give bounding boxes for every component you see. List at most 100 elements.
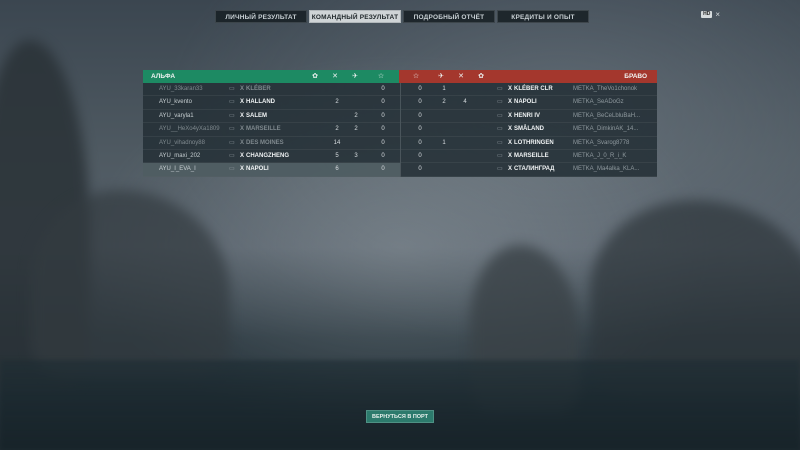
wreath-icon: ✿ — [478, 73, 484, 80]
ship-tier: X — [508, 112, 513, 119]
ship-class-icon: ▭ — [497, 126, 503, 133]
team-header: АЛЬФА ✿ ✕ ✈ ☆ ☆ ✈ ✕ ✿ БРАВО — [143, 70, 657, 83]
ship-class-icon: ▭ — [497, 139, 503, 146]
player-name: METKA_Ma4alka_KLA... — [573, 166, 640, 173]
crossed-swords-icon: ✕ — [458, 73, 464, 80]
wreath-icon: ✿ — [312, 73, 318, 80]
ship-name: СТАЛИНГРАД — [514, 166, 555, 173]
ship-tier: X — [240, 86, 245, 92]
stat-damage: 4 — [463, 99, 467, 106]
player-row[interactable]: AYU_I_EVA_I ▭ X NAPOLI 6 0 — [143, 163, 400, 177]
player-row[interactable]: 0 1 ▭ X KLÉBER CLR METKA_TheVo1chonok — [401, 83, 657, 97]
result-tabs: ЛИЧНЫЙ РЕЗУЛЬТАТ КОМАНДНЫЙ РЕЗУЛЬТАТ ПОД… — [215, 10, 589, 23]
player-row[interactable]: 0 ▭ X HENRI IV METKA_BeCeLbluBaH... — [401, 110, 657, 124]
player-name: METKA_Svarog8778 — [573, 139, 630, 146]
stat-kills: 2 — [354, 126, 358, 133]
player-row[interactable]: AYU_33karan33 ▭ X KLÉBER 0 — [143, 83, 400, 97]
background-rock — [30, 190, 230, 380]
team-scoreboard: АЛЬФА ✿ ✕ ✈ ☆ ☆ ✈ ✕ ✿ БРАВО AYU_33karan3… — [143, 70, 657, 177]
ship-tier: X — [240, 166, 245, 173]
stat-damage: 2 — [335, 126, 339, 133]
ship-tier: X — [240, 126, 245, 133]
ship-class-icon: ▭ — [229, 126, 235, 133]
stat-score: 0 — [418, 86, 422, 92]
tab-personal-result[interactable]: ЛИЧНЫЙ РЕЗУЛЬТАТ — [215, 10, 307, 23]
ship-name: NAPOLI — [246, 166, 269, 173]
player-name: AYU_33karan33 — [159, 86, 203, 92]
player-row[interactable]: 0 ▭ X SMÅLAND METKA_DimkinAK_14... — [401, 123, 657, 137]
player-row[interactable]: 0 ▭ X СТАЛИНГРАД METKA_Ma4alka_KLA... — [401, 163, 657, 177]
player-row[interactable]: AYU__HeXo4yXa1809 ▭ X MARSEILLE 2 2 0 — [143, 123, 400, 137]
stat-kills: 1 — [442, 139, 446, 146]
stat-kills: 1 — [442, 86, 446, 92]
player-row[interactable]: AYU_varyla1 ▭ X SALEM 2 0 — [143, 110, 400, 124]
stat-score: 0 — [381, 126, 385, 133]
hd-toggle-icon[interactable]: HD — [701, 11, 713, 18]
ship-class-icon: ▭ — [497, 112, 503, 119]
team-bravo-list: 0 1 ▭ X KLÉBER CLR METKA_TheVo1chonok 0 2 4 ▭ X NAP… — [400, 83, 657, 177]
tab-detailed-report[interactable]: ПОДРОБНЫЙ ОТЧЁТ — [403, 10, 495, 23]
scoreboard-rows: AYU_33karan33 ▭ X KLÉBER 0 AYU_kvento ▭ X HALLAN… — [143, 83, 657, 177]
ship-name: MARSEILLE — [246, 126, 281, 133]
return-to-port-button[interactable]: ВЕРНУТЬСЯ В ПОРТ — [366, 410, 434, 423]
ship-tier: X — [508, 139, 513, 146]
player-name: AYU_vihadnoy88 — [159, 139, 205, 146]
player-row[interactable]: AYU_maxi_202 ▭ X CHANGZHENG 5 3 0 — [143, 150, 400, 164]
star-icon: ☆ — [377, 73, 385, 80]
ship-class-icon: ▭ — [229, 112, 235, 119]
tab-credits-xp[interactable]: КРЕДИТЫ И ОПЫТ — [497, 10, 589, 23]
tab-team-result[interactable]: КОМАНДНЫЙ РЕЗУЛЬТАТ — [309, 10, 401, 23]
player-row[interactable]: AYU_vihadnoy88 ▭ X DES MOINES 14 0 — [143, 137, 400, 150]
player-row[interactable]: 0 2 4 ▭ X NAPOLI METKA_SeADoGz — [401, 96, 657, 110]
ship-tier: X — [508, 166, 513, 173]
stat-damage: 6 — [335, 166, 339, 173]
player-name: METKA_DimkinAK_14... — [573, 126, 639, 133]
ship-tier: X — [508, 99, 513, 106]
stat-kills: 2 — [354, 112, 358, 119]
ship-class-icon: ▭ — [497, 86, 503, 92]
star-icon: ☆ — [412, 73, 420, 80]
player-name: AYU__HeXo4yXa1809 — [159, 126, 220, 133]
ship-name: LOTHRINGEN — [514, 139, 554, 146]
player-name: METKA_SeADoGz — [573, 99, 624, 106]
stat-score: 0 — [418, 99, 422, 106]
team-alpha-header: АЛЬФА ✿ ✕ ✈ ☆ — [143, 70, 399, 83]
ship-tier: X — [240, 139, 245, 146]
ship-name: CHANGZHENG — [246, 152, 289, 159]
player-row[interactable]: 0 1 ▭ X LOTHRINGEN METKA_Svarog8778 — [401, 137, 657, 150]
player-name: METKA_BeCeLbluBaH... — [573, 112, 641, 119]
background-sea — [0, 360, 800, 450]
stat-damage: 5 — [335, 152, 339, 159]
player-name: AYU_maxi_202 — [159, 152, 201, 159]
stat-score: 0 — [418, 166, 422, 173]
stat-score: 0 — [381, 112, 385, 119]
ship-name: SALEM — [246, 112, 267, 119]
ship-name: SMÅLAND — [514, 126, 544, 133]
close-icon[interactable]: × — [715, 11, 720, 19]
player-name: METKA_TheVo1chonok — [573, 86, 638, 92]
stat-damage: 14 — [333, 139, 341, 146]
ship-class-icon: ▭ — [497, 99, 503, 106]
plane-icon: ✈ — [352, 73, 358, 80]
ship-tier: X — [240, 99, 245, 106]
team-alpha-list: AYU_33karan33 ▭ X KLÉBER 0 AYU_kvento ▭ X HALLAN… — [143, 83, 400, 177]
stat-score: 0 — [418, 139, 422, 146]
stat-kills: 3 — [354, 152, 358, 159]
player-row[interactable]: AYU_kvento ▭ X HALLAND 2 0 — [143, 96, 400, 110]
ship-tier: X — [508, 86, 513, 92]
ship-class-icon: ▭ — [497, 152, 503, 159]
player-row[interactable]: 0 ▭ X MARSEILLE METKA_J_0_R_i_K — [401, 150, 657, 164]
ship-name: DES MOINES — [246, 139, 284, 146]
stat-score: 0 — [381, 86, 385, 92]
stat-score: 0 — [381, 139, 385, 146]
ship-tier: X — [240, 112, 245, 119]
stat-score: 0 — [381, 166, 385, 173]
stat-score: 0 — [418, 126, 422, 133]
stat-damage: 2 — [335, 99, 339, 106]
ship-name: KLÉBER CLR — [514, 86, 553, 92]
stat-score: 0 — [418, 152, 422, 159]
ship-name: NAPOLI — [514, 99, 537, 106]
ship-class-icon: ▭ — [497, 166, 503, 173]
team-alpha-name: АЛЬФА — [151, 73, 176, 80]
ship-tier: X — [240, 152, 245, 159]
